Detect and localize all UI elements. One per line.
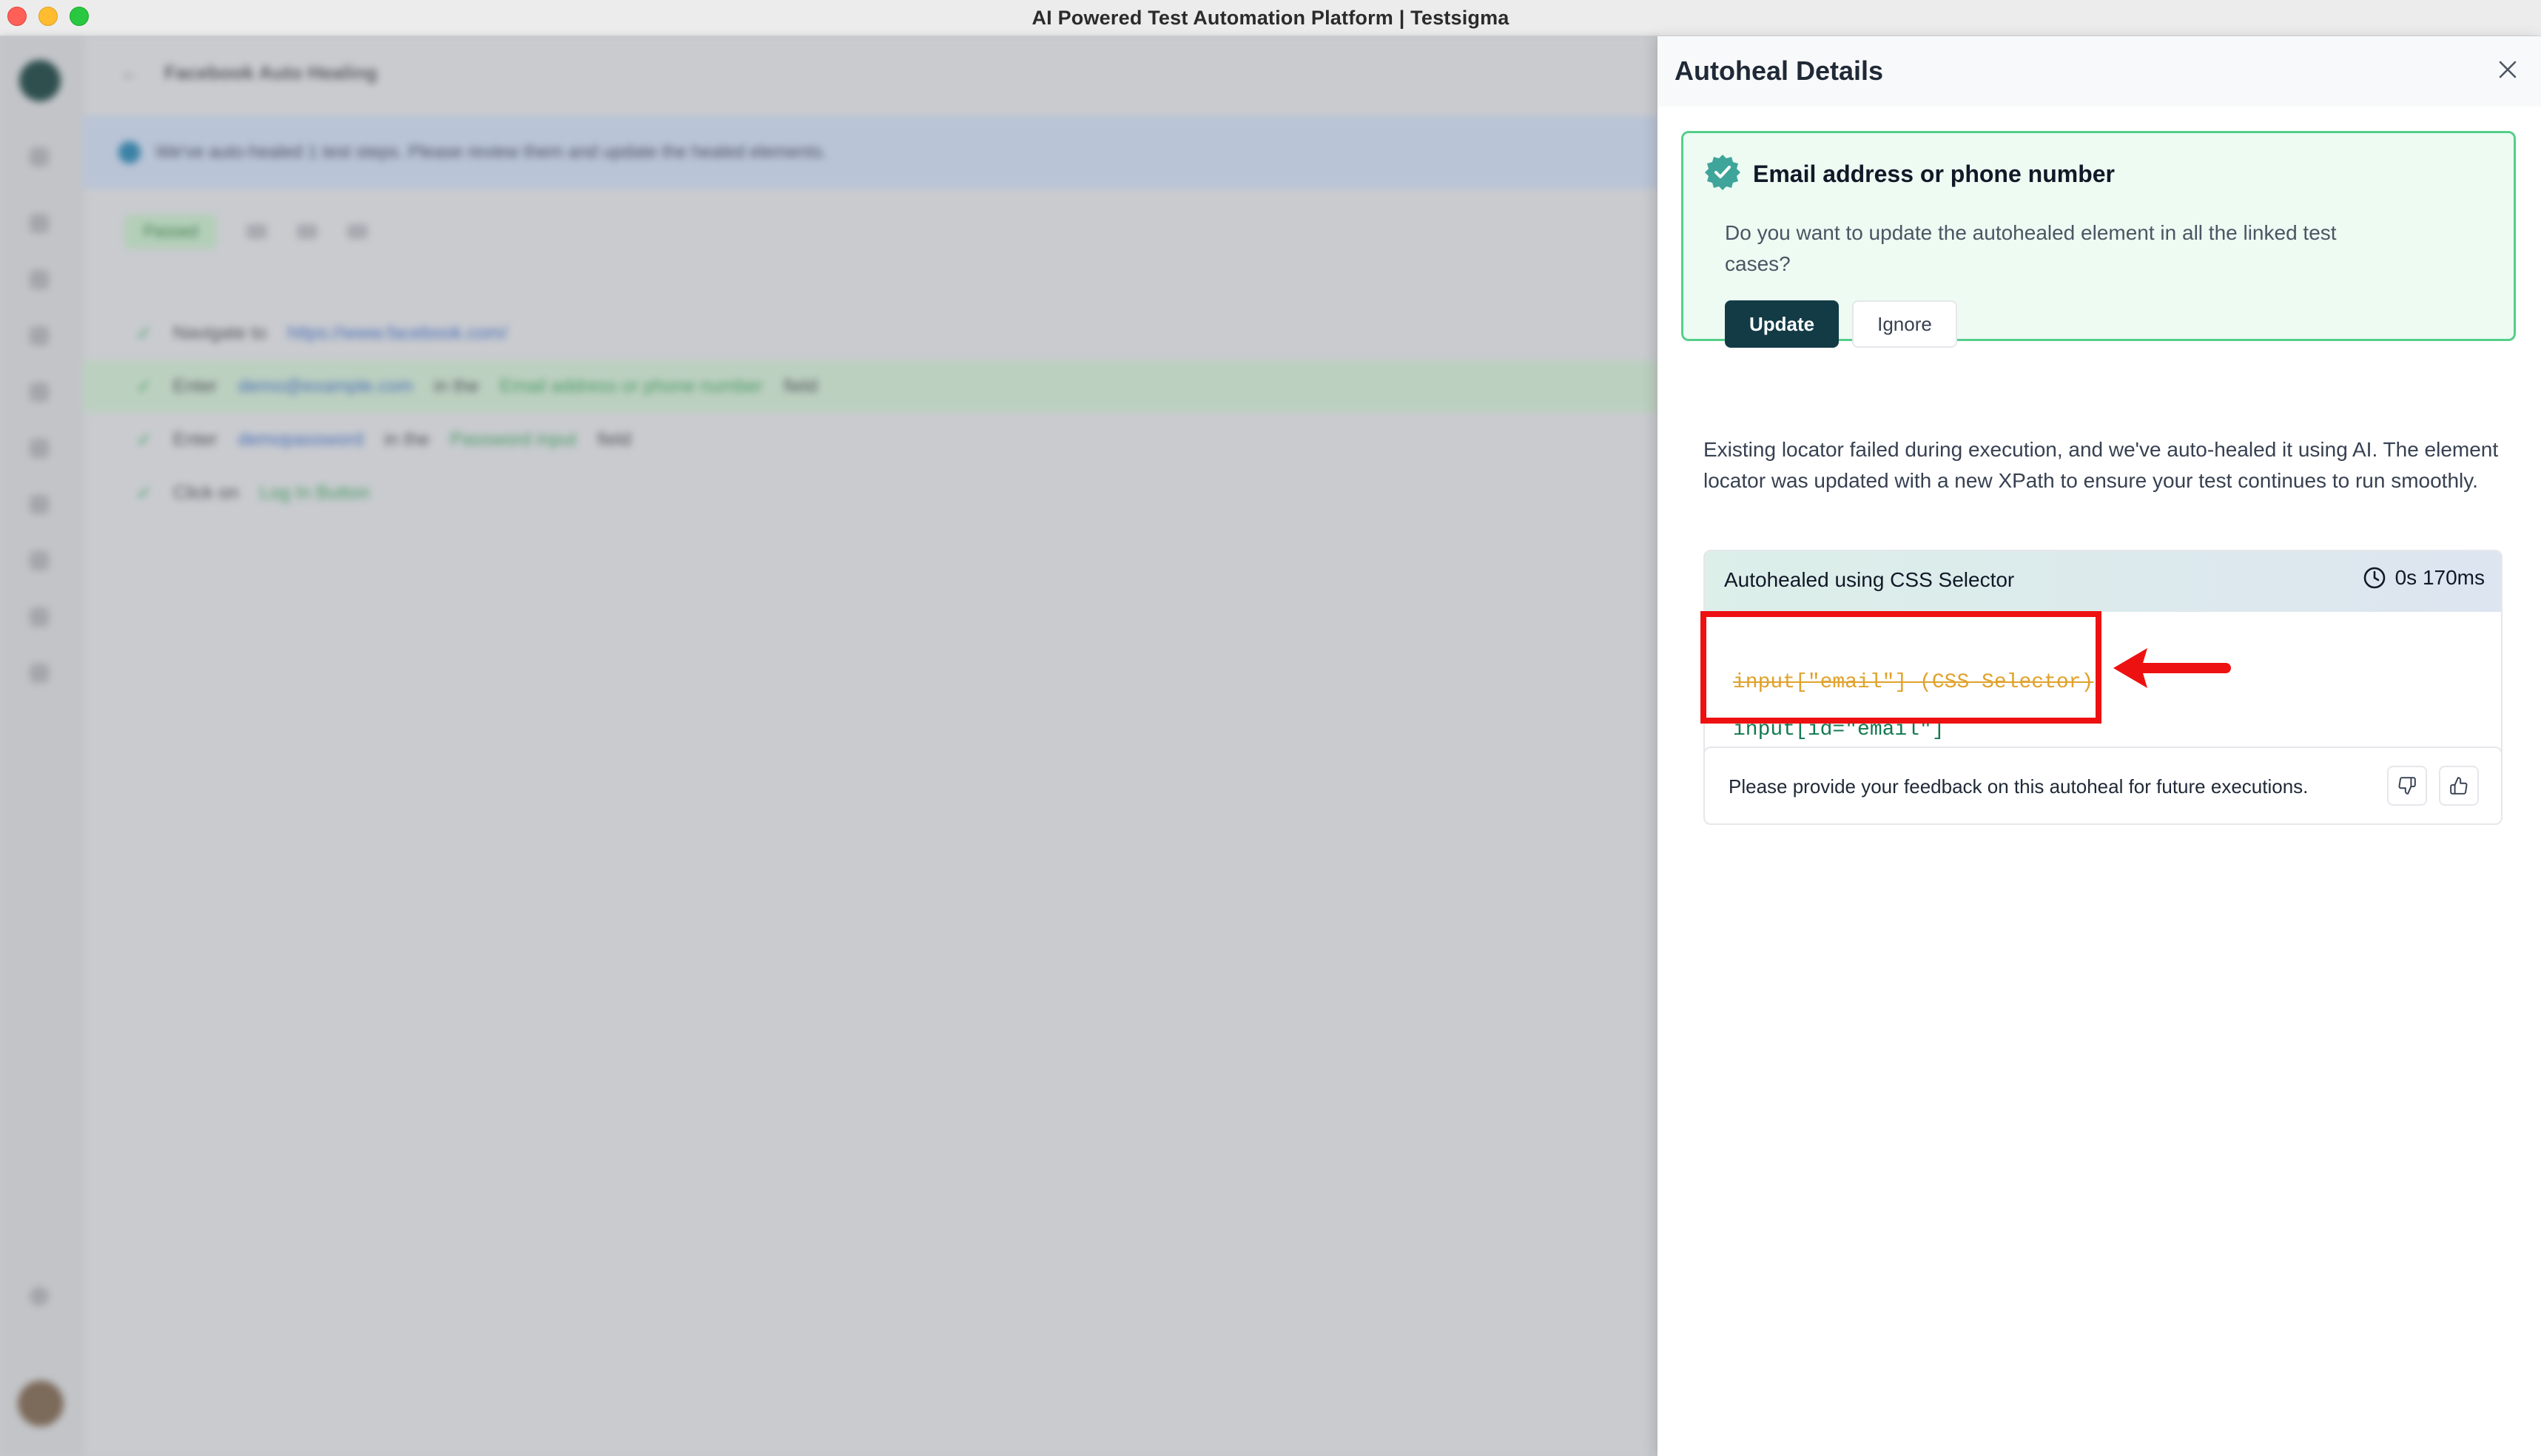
ignore-button[interactable]: Ignore — [1852, 300, 1957, 348]
status-badge: Passed — [124, 215, 218, 249]
new-locator: input[id="email"] — [1733, 718, 1945, 741]
help-icon[interactable] — [30, 1287, 49, 1306]
step-connector: in the — [384, 428, 430, 450]
step-action: Navigate to — [172, 322, 267, 343]
test-step-row[interactable]: ✓ Enter demo@example.com in the Email ad… — [83, 360, 1657, 412]
check-icon: ✓ — [136, 428, 152, 451]
back-arrow-icon[interactable]: ← — [120, 61, 139, 84]
panel-header: Autoheal Details — [1657, 36, 2541, 107]
test-step-row[interactable]: ✓ Navigate to https://www.facebook.com/ — [83, 307, 1657, 359]
close-panel-button[interactable] — [2491, 53, 2525, 87]
autohealed-element-name: Email address or phone number — [1753, 161, 2115, 187]
step-target: Email address or phone number — [499, 375, 764, 397]
banner-text: We've auto-healed 1 test steps. Please r… — [155, 142, 827, 162]
locator-card: Autohealed using CSS Selector 0s 170ms i… — [1703, 550, 2503, 761]
sidebar-runs-icon[interactable] — [30, 439, 49, 458]
locator-card-header: Autohealed using CSS Selector 0s 170ms — [1705, 551, 2501, 612]
run-toolbar: Passed — [83, 202, 1657, 261]
info-icon — [118, 141, 141, 164]
window-title: AI Powered Test Automation Platform | Te… — [1031, 6, 1510, 29]
close-window-button[interactable] — [7, 7, 27, 26]
sidebar-data-icon[interactable] — [30, 382, 49, 402]
step-suffix: field — [597, 428, 632, 450]
autoheal-description: Existing locator failed during execution… — [1703, 438, 2499, 492]
sidebar-settings-icon[interactable] — [30, 551, 49, 570]
thumbs-up-button[interactable] — [2439, 766, 2479, 806]
update-element-alert: Email address or phone number Do you wan… — [1681, 131, 2516, 348]
step-target: Password input — [450, 428, 577, 450]
app-sidebar — [0, 36, 84, 1456]
autoheal-duration: 0s 170ms — [2363, 566, 2485, 590]
step-value: demopassword — [238, 428, 364, 450]
autoheal-banner: We've auto-healed 1 test steps. Please r… — [83, 116, 1657, 189]
sidebar-test-cases-icon[interactable] — [30, 270, 49, 289]
test-case-title: Facebook Auto Healing — [164, 61, 377, 84]
autoheal-method: Autohealed using CSS Selector — [1724, 568, 2015, 591]
toolbar-action-icon[interactable] — [297, 224, 318, 239]
sidebar-home-icon[interactable] — [30, 147, 49, 166]
step-action: Click on — [172, 482, 239, 503]
annotation-arrow-icon — [2113, 648, 2231, 688]
clock-icon — [2363, 567, 2385, 589]
step-value: demo@example.com — [238, 375, 414, 397]
zoom-window-button[interactable] — [70, 7, 89, 26]
step-suffix: field — [784, 375, 818, 397]
step-action: Enter — [172, 428, 218, 450]
update-button[interactable]: Update — [1725, 300, 1839, 348]
sidebar-dashboard-icon[interactable] — [30, 214, 49, 233]
check-icon: ✓ — [136, 321, 152, 344]
test-step-row[interactable]: ✓ Enter demopassword in the Password inp… — [83, 414, 1657, 465]
thumbs-down-icon — [2398, 777, 2416, 795]
sidebar-reports-icon[interactable] — [30, 495, 49, 514]
toolbar-action-icon[interactable] — [347, 224, 368, 239]
step-action: Enter — [172, 375, 218, 397]
verified-badge-icon — [1705, 155, 1740, 190]
sidebar-more-icon[interactable] — [30, 664, 49, 683]
duration-value: 0s 170ms — [2394, 566, 2485, 589]
sidebar-integrations-icon[interactable] — [30, 607, 49, 627]
close-icon — [2499, 61, 2517, 78]
minimize-window-button[interactable] — [38, 7, 58, 26]
thumbs-up-icon — [2450, 777, 2468, 795]
alert-message: Do you want to update the autohealed ele… — [1725, 221, 2337, 275]
background-app: ← Facebook Auto Healing We've auto-heale… — [0, 36, 1657, 1456]
window-controls — [7, 7, 89, 26]
check-icon: ✓ — [136, 481, 152, 504]
step-value: https://www.facebook.com/ — [287, 322, 508, 343]
app-logo[interactable] — [19, 60, 61, 101]
panel-title: Autoheal Details — [1675, 55, 1884, 86]
sidebar-elements-icon[interactable] — [30, 326, 49, 346]
window-titlebar: AI Powered Test Automation Platform | Te… — [0, 0, 2541, 36]
feedback-card: Please provide your feedback on this aut… — [1703, 746, 2503, 825]
toolbar-action-icon[interactable] — [246, 224, 268, 239]
thumbs-down-button[interactable] — [2387, 766, 2427, 806]
autoheal-details-panel: Autoheal Details Email address or phone … — [1657, 36, 2541, 1456]
test-step-row[interactable]: ✓ Click on Log In Button — [83, 467, 1657, 519]
app-main: ← Facebook Auto Healing We've auto-heale… — [83, 36, 1657, 1456]
feedback-prompt: Please provide your feedback on this aut… — [1729, 775, 2309, 798]
step-connector: in the — [434, 375, 479, 397]
step-target: Log In Button — [259, 482, 370, 503]
check-icon: ✓ — [136, 374, 152, 397]
old-locator: input["email"] (CSS Selector) — [1733, 671, 2094, 694]
user-avatar[interactable] — [18, 1381, 64, 1426]
